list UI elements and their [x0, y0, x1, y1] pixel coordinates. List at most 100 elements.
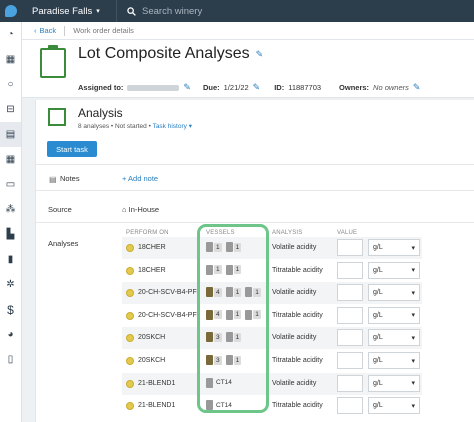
page-title-text: Lot Composite Analyses — [78, 45, 250, 62]
edit-assigned-icon[interactable]: ✎ — [183, 82, 191, 93]
dollar-icon[interactable]: $ — [0, 297, 21, 322]
analysis-type: Titratable acidity — [272, 266, 323, 274]
value-input[interactable] — [337, 374, 363, 392]
value-input[interactable] — [337, 352, 363, 369]
status-dot-icon — [126, 266, 134, 275]
value-input[interactable] — [337, 284, 363, 302]
vessel-tag: 3 — [206, 355, 222, 365]
grid-icon[interactable]: ▦ — [0, 147, 21, 172]
analysis-type: Volatile acidity — [272, 379, 317, 387]
analysis-panel: Analysis 8 analyses • Not started • Task… — [35, 100, 474, 422]
value-input[interactable] — [337, 239, 363, 256]
truck-icon[interactable]: ▙ — [0, 222, 21, 247]
box-icon[interactable]: ▭ — [0, 172, 21, 197]
analysis-type: Volatile acidity — [272, 244, 317, 251]
analyses-label: Analyses — [48, 239, 79, 248]
table-row: 20SKCH 3 1 Titratable acidity g/L ▾ — [122, 350, 422, 372]
value-input[interactable] — [337, 329, 363, 347]
vessel-list: 11 — [206, 242, 242, 252]
unit-select[interactable]: g/L ▾ — [368, 284, 420, 302]
vessel-icon — [245, 287, 253, 298]
lot-name[interactable]: 21-BLEND1 — [138, 380, 175, 387]
vessel-icon — [206, 242, 213, 252]
unit-select[interactable]: g/L ▾ — [368, 239, 420, 256]
circle-icon[interactable]: ○ — [0, 72, 21, 97]
value-input[interactable] — [337, 397, 363, 415]
edit-owners-icon[interactable]: ✎ — [413, 82, 421, 93]
unit-select[interactable]: g/L ▾ — [368, 329, 420, 347]
chevron-down-icon: ▾ — [411, 334, 415, 342]
vessel-count: 1 — [233, 242, 242, 252]
analysis-subtitle: 8 analyses • Not started • Task history … — [78, 122, 192, 130]
app-logo-icon[interactable] — [0, 0, 22, 22]
vessel-tag: 1 — [225, 242, 242, 252]
gears-icon[interactable]: ✲ — [0, 272, 21, 297]
search-box[interactable]: Search winery — [116, 0, 202, 22]
search-icon — [127, 6, 136, 16]
vessel-icon — [206, 287, 213, 298]
add-note-link[interactable]: + Add note — [122, 174, 158, 183]
analysis-type: Titratable acidity — [272, 357, 323, 364]
vessel-icon — [206, 355, 213, 365]
col-perform-on: PERFORM ON — [126, 230, 169, 236]
task-history-link[interactable]: Task history ▾ — [153, 123, 192, 130]
home-icon: ⌂ — [122, 205, 127, 214]
task-history-label: Task history — [152, 123, 187, 130]
unit-select[interactable]: g/L ▾ — [368, 306, 420, 324]
phone-icon[interactable]: ▯ — [0, 347, 21, 372]
source-value: ⌂ In-House — [122, 205, 159, 214]
unit-select[interactable]: g/L ▾ — [368, 397, 420, 415]
table-row: 18CHER 1 1 Titratable acidity g/L ▾ — [122, 260, 422, 282]
search-input[interactable]: Search winery — [142, 6, 202, 17]
status-dot-icon — [126, 289, 134, 298]
chevron-down-icon: ▾ — [411, 357, 415, 365]
vessel-list: CT14 — [206, 400, 232, 411]
winery-selector[interactable]: Paradise Falls ▾ — [32, 6, 116, 17]
lot-name[interactable]: 21-BLEND1 — [138, 402, 175, 409]
vessel-count: 4 — [214, 310, 222, 320]
start-task-button[interactable]: Start task — [47, 141, 97, 157]
lot-name[interactable]: 20-CH-SCV-B4-PF — [138, 289, 197, 296]
bar-chart-icon[interactable]: ▮ — [0, 247, 21, 272]
vessel-list: 31 — [206, 355, 242, 365]
edit-title-icon[interactable]: ✎ — [256, 49, 264, 60]
clipboard-icon[interactable]: ▤ — [0, 122, 21, 147]
vessel-count: 1 — [214, 265, 222, 275]
task-status-icon — [48, 108, 66, 126]
network-icon[interactable]: ⁂ — [0, 197, 21, 222]
vessel-icon — [206, 332, 213, 343]
status-dot-icon — [126, 402, 134, 411]
calendar-icon[interactable]: ▦ — [0, 47, 21, 72]
vessel-count: 3 — [214, 355, 222, 365]
value-input[interactable] — [337, 306, 363, 324]
vessel-count: 4 — [214, 287, 222, 297]
col-vessels: VESSELS — [206, 230, 235, 236]
value-input[interactable] — [337, 261, 363, 279]
barrel-icon[interactable]: ⊟ — [0, 97, 21, 122]
unit-select[interactable]: g/L ▾ — [368, 261, 420, 279]
vessel-icon — [245, 309, 253, 320]
divider — [36, 190, 474, 191]
unit-select[interactable]: g/L ▾ — [368, 352, 420, 369]
lot-name[interactable]: 20-CH-SCV-B4-PF — [138, 312, 197, 319]
due-value: 1/21/22 — [223, 83, 249, 92]
dashboard-icon[interactable]: ◔ — [0, 22, 21, 47]
edit-due-icon[interactable]: ✎ — [253, 82, 261, 93]
vessel-tag: 1 — [225, 309, 242, 320]
assigned-label: Assigned to: — [78, 83, 124, 92]
vessel-icon — [225, 355, 233, 365]
pie-chart-icon[interactable]: ◕ — [0, 322, 21, 347]
vessel-tag: 3 — [206, 332, 222, 343]
lot-name[interactable]: 18CHER — [138, 267, 166, 274]
owners-value: No owners — [373, 83, 409, 92]
vessel-count: 1 — [253, 310, 261, 320]
back-link[interactable]: ‹ Back — [34, 26, 56, 35]
lot-name[interactable]: 18CHER — [138, 244, 166, 251]
divider — [36, 222, 474, 223]
vessel-tag: 1 — [245, 309, 261, 320]
lot-name[interactable]: 20SKCH — [138, 334, 165, 341]
lot-name[interactable]: 20SKCH — [138, 357, 165, 364]
vessel-count: 1 — [214, 242, 222, 252]
unit-select[interactable]: g/L ▾ — [368, 374, 420, 392]
analysis-type: Volatile acidity — [272, 289, 317, 297]
